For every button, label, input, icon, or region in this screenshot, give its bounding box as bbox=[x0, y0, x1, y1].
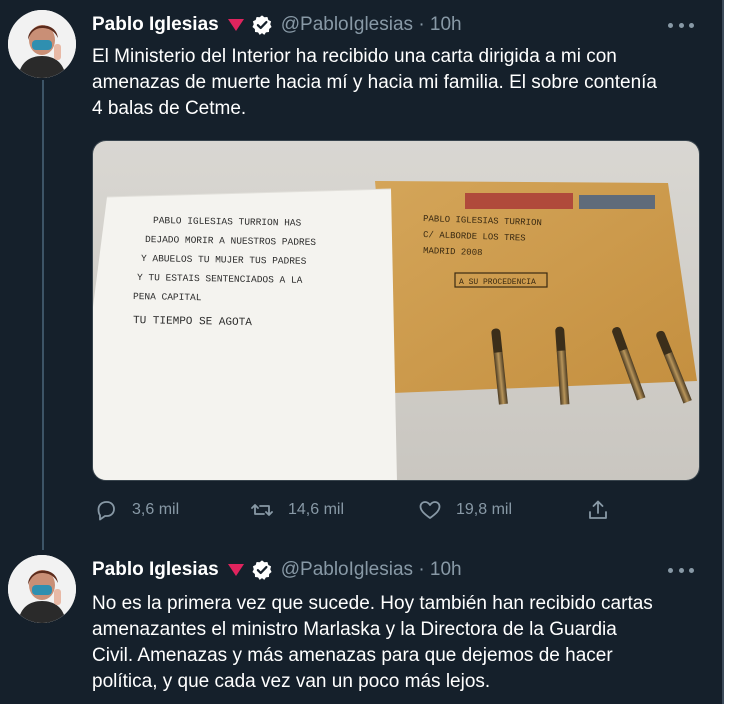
like-icon bbox=[419, 501, 441, 519]
letter-line: TU TIEMPO SE AGOTA bbox=[133, 315, 252, 329]
tweet-text-line: 4 balas de Cetme. bbox=[92, 98, 247, 119]
pink-triangle-icon bbox=[227, 19, 244, 31]
envelope: PABLO IGLESIAS TURRION C/ ALBORDE LOS TR… bbox=[375, 181, 697, 393]
tweet-text-line: El Ministerio del Interior ha recibido u… bbox=[92, 46, 617, 67]
retweet-icon bbox=[251, 504, 273, 516]
timeline-panel: Pablo Iglesias @PabloIglesias · 10h El M… bbox=[0, 0, 724, 704]
reply-button[interactable]: 3,6 mil bbox=[94, 495, 179, 525]
more-icon[interactable] bbox=[668, 15, 694, 35]
reply-count: 3,6 mil bbox=[132, 501, 180, 518]
like-count: 19,8 mil bbox=[456, 501, 513, 518]
tweet-text: No es la primera vez que sucede. Hoy tam… bbox=[92, 591, 702, 695]
more-icon[interactable] bbox=[668, 560, 694, 580]
tweet-header: Pablo Iglesias @PabloIglesias · 10h bbox=[92, 555, 462, 585]
tweet-text-line: política, y que cada vez van un poco más… bbox=[92, 671, 491, 692]
tweet-text-line: amenazas de muerte hacia mí y hacia mi f… bbox=[92, 72, 657, 93]
tweet-text-line: amenazantes el ministro Marlaska y la Di… bbox=[92, 619, 617, 640]
retweet-count: 14,6 mil bbox=[288, 501, 345, 518]
pink-triangle-icon bbox=[227, 564, 244, 576]
tweet-text: El Ministerio del Interior ha recibido u… bbox=[92, 44, 702, 122]
thread-connector-line bbox=[42, 80, 44, 550]
avatar[interactable] bbox=[8, 555, 76, 623]
tweet-text-line: No es la primera vez que sucede. Hoy tam… bbox=[92, 593, 653, 614]
share-icon bbox=[589, 500, 607, 519]
avatar[interactable] bbox=[8, 10, 76, 78]
tweet-photo[interactable]: PABLO IGLESIAS TURRION C/ ALBORDE LOS TR… bbox=[92, 140, 700, 481]
reply-icon bbox=[97, 501, 115, 521]
retweet-button[interactable]: 14,6 mil bbox=[250, 495, 344, 525]
handle-and-time[interactable]: @PabloIglesias · 10h bbox=[281, 559, 462, 581]
handle-and-time[interactable]: @PabloIglesias · 10h bbox=[281, 14, 462, 36]
envelope-address-line: MADRID 2008 bbox=[423, 246, 483, 258]
threat-letter: PABLO IGLESIAS TURRION HAS DEJADO MORIR … bbox=[93, 188, 397, 480]
verified-badge-icon bbox=[252, 15, 272, 35]
tweet-actions: 3,6 mil 14,6 mil 19,8 mil bbox=[92, 495, 652, 525]
tweet-header: Pablo Iglesias @PabloIglesias · 10h bbox=[92, 10, 462, 40]
envelope-stamp: A SU PROCEDENCIA bbox=[459, 278, 536, 287]
share-button[interactable] bbox=[586, 495, 610, 525]
author-name[interactable]: Pablo Iglesias bbox=[92, 14, 219, 36]
letter-line: PENA CAPITAL bbox=[133, 291, 202, 303]
like-button[interactable]: 19,8 mil bbox=[418, 495, 512, 525]
tweet-text-line: Civil. Amenazas y más amenazas para que … bbox=[92, 645, 613, 666]
verified-badge-icon bbox=[252, 560, 272, 580]
author-name[interactable]: Pablo Iglesias bbox=[92, 559, 219, 581]
